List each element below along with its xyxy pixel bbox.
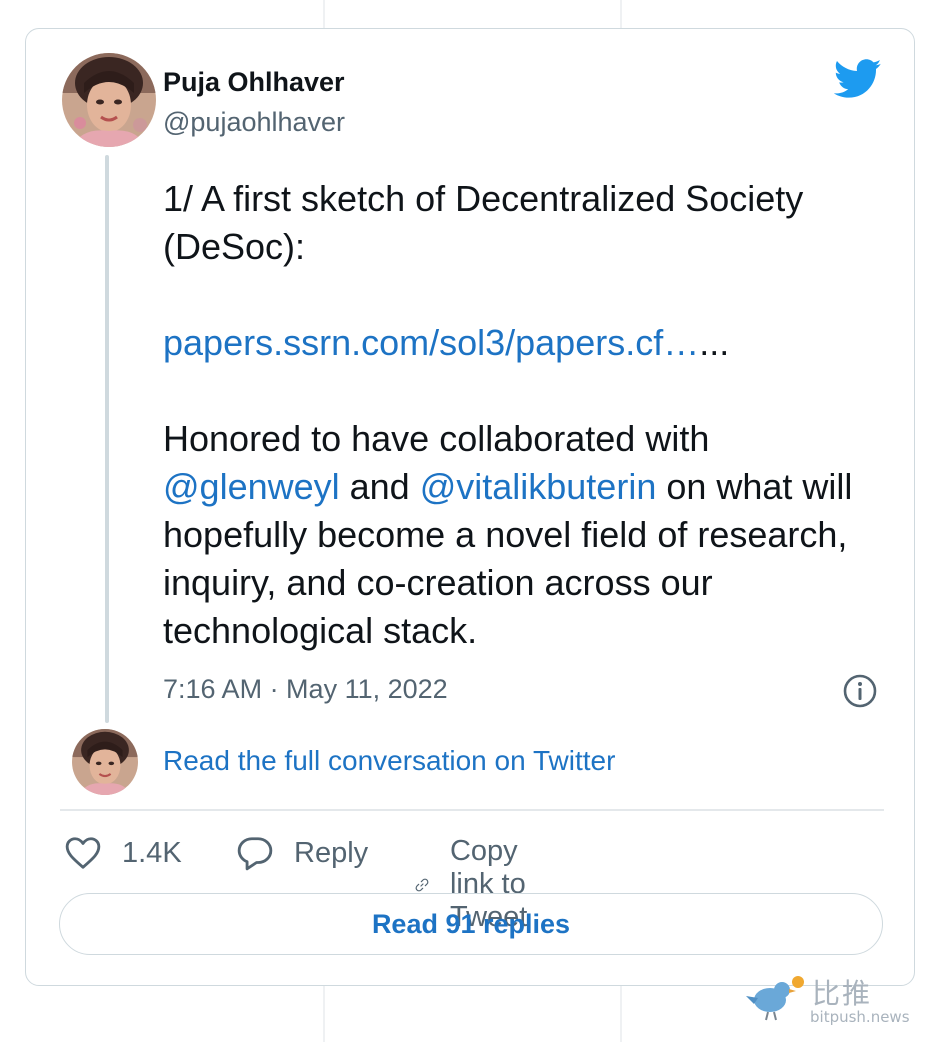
- mention-vitalikbuterin[interactable]: @vitalikbuterin: [420, 466, 657, 507]
- thread-connector-line: [105, 155, 109, 723]
- reply-avatar[interactable]: [72, 729, 138, 795]
- tweet-text-part: and: [339, 466, 420, 507]
- author-avatar[interactable]: [62, 53, 156, 147]
- twitter-bird-icon[interactable]: [833, 59, 882, 104]
- heart-icon: [65, 837, 101, 869]
- speech-bubble-icon: [237, 837, 273, 871]
- divider: [60, 809, 884, 811]
- reply-label: Reply: [294, 836, 369, 869]
- author-handle[interactable]: @pujaohlhaver: [163, 107, 345, 138]
- tweet-text-line: 1/ A first sketch of Decentralized Socie…: [163, 178, 804, 267]
- watermark-brand: 比推: [812, 977, 873, 1010]
- like-button[interactable]: 1.4K: [64, 835, 182, 871]
- mention-glenweyl[interactable]: @glenweyl: [163, 466, 340, 507]
- link-ellipsis: ...: [699, 322, 730, 363]
- read-full-conversation-link[interactable]: Read the full conversation on Twitter: [163, 745, 615, 777]
- reply-button[interactable]: Reply: [236, 835, 368, 871]
- tweet-text: 1/ A first sketch of Decentralized Socie…: [163, 175, 883, 655]
- embedded-tweet-card: Puja Ohlhaver @pujaohlhaver 1/ A first s…: [25, 28, 915, 986]
- paper-link[interactable]: papers.ssrn.com/sol3/papers.cf…: [163, 322, 699, 363]
- author-name[interactable]: Puja Ohlhaver: [163, 67, 345, 98]
- like-count: 1.4K: [122, 836, 182, 869]
- tweet-timestamp[interactable]: 7:16 AM · May 11, 2022: [163, 674, 448, 705]
- read-replies-button[interactable]: Read 91 replies: [59, 893, 883, 955]
- bird-logo-icon: [746, 976, 804, 1021]
- read-replies-label: Read 91 replies: [371, 908, 571, 939]
- info-icon[interactable]: [842, 673, 878, 714]
- watermark-url: bitpush.news: [810, 1008, 910, 1026]
- tweet-text-part: Honored to have collaborated with: [163, 418, 710, 459]
- watermark: 比推 bitpush.news: [742, 972, 932, 1032]
